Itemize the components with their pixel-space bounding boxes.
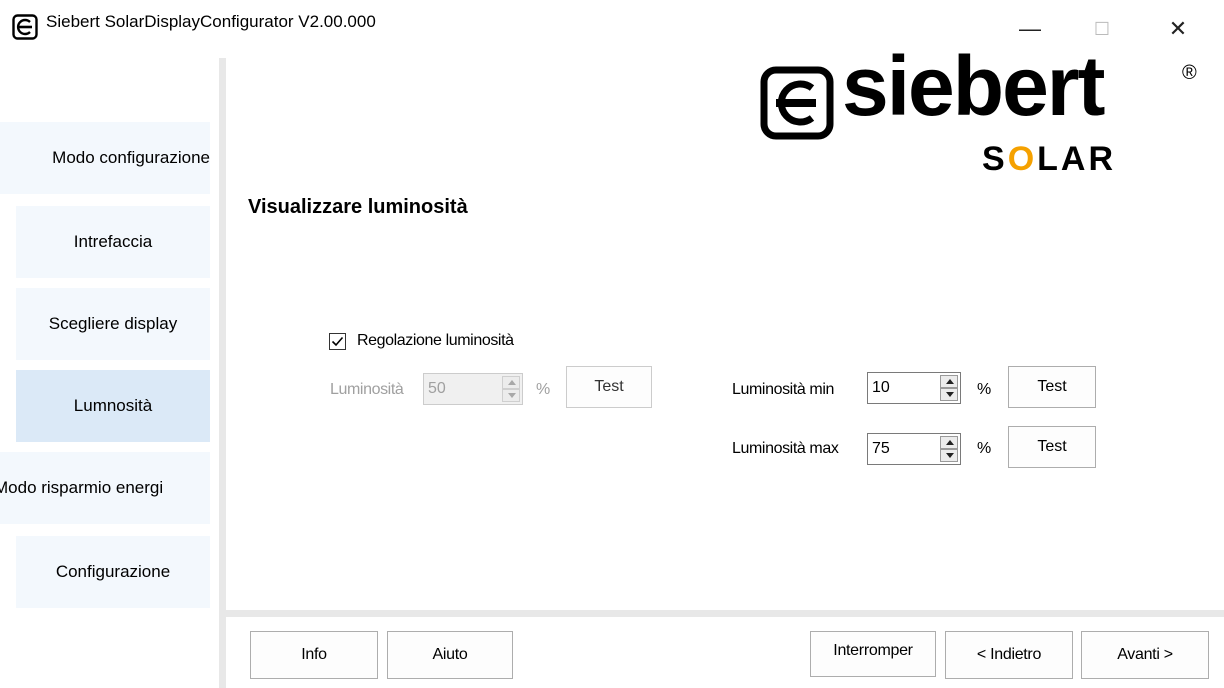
info-button[interactable]: Info — [250, 631, 378, 679]
spin-down-icon[interactable] — [502, 389, 520, 402]
brightness-max-test-button[interactable]: Test — [1008, 426, 1096, 468]
brightness-min-label: Luminosità min — [732, 381, 835, 398]
brightness-value: 50 — [428, 380, 446, 397]
sidebar-item-luminosita[interactable]: Lumnosità — [16, 370, 210, 442]
sidebar-item-label: Modo risparmio energi — [0, 478, 164, 497]
brightness-label: Luminosità — [330, 381, 404, 398]
logo-product: SOLAR — [982, 142, 1116, 176]
close-button[interactable]: ✕ — [1150, 0, 1206, 58]
brightness-max-value: 75 — [872, 440, 890, 457]
logo-product-lar: LAR — [1037, 140, 1117, 178]
checkmark-icon — [331, 336, 344, 347]
next-button[interactable]: Avanti > — [1081, 631, 1209, 679]
horizontal-splitter — [226, 610, 1224, 617]
footer-bar: Info Aiuto Interromper < Indietro Avanti… — [226, 617, 1224, 688]
brightness-min-stepper[interactable]: 10 — [867, 372, 961, 404]
app-icon — [12, 14, 38, 40]
spin-up-icon[interactable] — [502, 376, 520, 389]
auto-brightness-label: Regolazione luminosità — [357, 332, 514, 349]
logo-product-o: O — [1007, 140, 1038, 178]
brightness-min-value: 10 — [872, 379, 890, 396]
help-button[interactable]: Aiuto — [387, 631, 513, 679]
spin-up-icon[interactable] — [940, 375, 958, 388]
vertical-splitter[interactable] — [219, 58, 226, 688]
brightness-stepper[interactable]: 50 — [423, 373, 523, 405]
spin-down-icon[interactable] — [940, 449, 958, 462]
brightness-min-test-button[interactable]: Test — [1008, 366, 1096, 408]
brightness-max-unit: % — [977, 440, 991, 457]
sidebar-item-label: Scegliere display — [48, 314, 178, 333]
spin-up-icon[interactable] — [940, 436, 958, 449]
sidebar-item-scegliere-display[interactable]: Scegliere display — [16, 288, 210, 360]
brightness-test-button[interactable]: Test — [566, 366, 652, 408]
auto-brightness-checkbox[interactable] — [329, 333, 346, 350]
cancel-button[interactable]: Interromper — [810, 631, 936, 677]
sidebar-item-label: Configurazione — [55, 562, 171, 581]
sidebar-item-label: Modo configurazione — [52, 148, 210, 167]
sidebar-item-configurazione[interactable]: Configurazione — [16, 536, 210, 608]
brightness-min-unit: % — [977, 381, 991, 398]
brightness-unit: % — [536, 381, 550, 398]
sidebar: Modo configurazione Intrefaccia Sceglier… — [0, 58, 219, 688]
window-title: Siebert SolarDisplayConfigurator V2.00.0… — [46, 12, 376, 31]
spin-down-icon[interactable] — [940, 388, 958, 401]
sidebar-item-interfaccia[interactable]: Intrefaccia — [16, 206, 210, 278]
logo-product-s: S — [982, 140, 1008, 178]
brightness-max-label: Luminosità max — [732, 440, 839, 457]
sidebar-item-label: Intrefaccia — [73, 232, 153, 251]
sidebar-item-risparmio-energia[interactable]: Modo risparmio energi — [0, 452, 210, 524]
siebert-logo-icon: siebert ® SOLAR — [760, 44, 1208, 182]
sidebar-item-label: Lumnosità — [73, 396, 153, 415]
back-button[interactable]: < Indietro — [945, 631, 1073, 679]
logo-mark-icon — [760, 66, 834, 140]
sidebar-item-modo-configurazione[interactable]: Modo configurazione — [0, 122, 210, 194]
logo-brand: siebert — [842, 39, 1105, 133]
brightness-max-stepper[interactable]: 75 — [867, 433, 961, 465]
page-title: Visualizzare luminosità — [248, 196, 468, 218]
logo-registered: ® — [1182, 62, 1197, 84]
